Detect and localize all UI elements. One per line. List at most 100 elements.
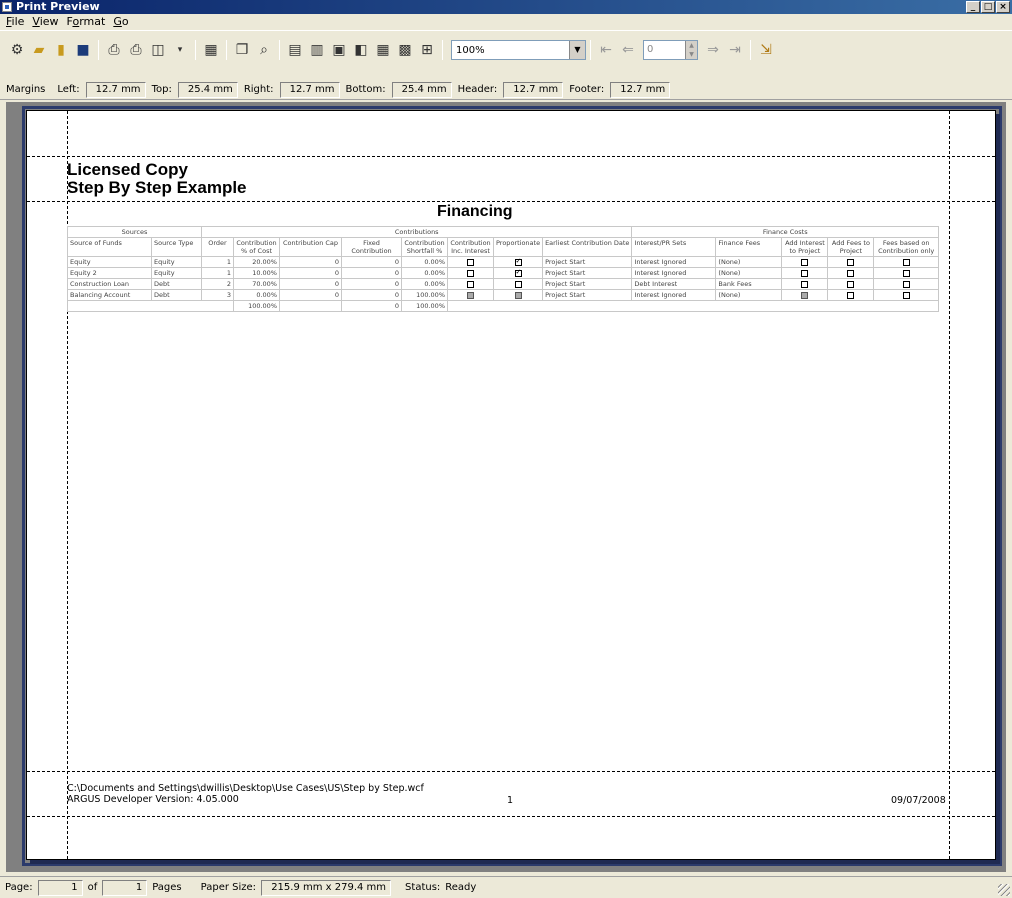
toolbar-separator bbox=[279, 40, 280, 60]
checkbox-icon bbox=[467, 258, 474, 266]
header-margin-label: Header: bbox=[457, 84, 498, 95]
page-number-input[interactable]: 0 ▲ ▼ bbox=[643, 40, 698, 60]
paper-size-field: 215.9 mm x 279.4 mm bbox=[261, 879, 392, 896]
first-page-icon[interactable]: ⇤ bbox=[595, 39, 617, 61]
settings-icon[interactable]: ⚙ bbox=[6, 39, 28, 61]
left-margin-guide[interactable] bbox=[67, 111, 68, 859]
table-cell-interest: Interest Ignored bbox=[631, 289, 717, 301]
print-icon[interactable]: ⎙ bbox=[103, 39, 125, 61]
table-cell-type: Debt bbox=[151, 278, 202, 290]
table-cell-fees: (None) bbox=[715, 289, 783, 301]
table-cell-date: Project Start bbox=[542, 278, 633, 290]
checkbox-icon bbox=[847, 291, 855, 299]
menu-view[interactable]: View bbox=[30, 14, 64, 30]
app-icon bbox=[2, 2, 12, 12]
minimize-icon[interactable]: _ bbox=[966, 1, 980, 13]
dropdown-icon[interactable]: ▾ bbox=[169, 39, 191, 61]
right-margin-field[interactable]: 12.7 mm bbox=[279, 81, 340, 98]
table-cell-inc-interest bbox=[447, 278, 494, 290]
find-icon[interactable]: ⌕ bbox=[253, 39, 275, 61]
page-layout-5-icon[interactable]: ▦ bbox=[372, 39, 394, 61]
open-icon[interactable]: ▰ bbox=[28, 39, 50, 61]
header-margin-field[interactable]: 12.7 mm bbox=[503, 81, 564, 98]
print-setup-icon[interactable]: ⎙ bbox=[125, 39, 147, 61]
top-margin-field[interactable]: 25.4 mm bbox=[177, 81, 238, 98]
footer-page-number: 1 bbox=[507, 795, 514, 806]
status-label: Status: bbox=[405, 882, 441, 893]
current-page-field: 1 bbox=[37, 879, 83, 896]
top-margin-guide[interactable] bbox=[27, 201, 995, 202]
checkbox-icon bbox=[902, 291, 910, 299]
report-title: Financing bbox=[437, 203, 513, 220]
chevron-down-icon[interactable]: ▼ bbox=[569, 41, 585, 59]
table-cell-fees-based bbox=[873, 256, 939, 268]
bottom-margin-label: Bottom: bbox=[345, 84, 386, 95]
close-icon[interactable]: × bbox=[996, 1, 1010, 13]
column-header: Contribution % of Cost bbox=[233, 237, 280, 257]
next-page-icon[interactable]: ⇒ bbox=[702, 39, 724, 61]
footer-file-path: C:\Documents and Settings\dwillis\Deskto… bbox=[67, 783, 424, 794]
maximize-icon[interactable]: □ bbox=[981, 1, 995, 13]
table-cell-inc-interest bbox=[447, 256, 494, 268]
table-group-row: Sources Contributions Finance Costs bbox=[67, 226, 939, 238]
copy-icon[interactable]: ❐ bbox=[231, 39, 253, 61]
last-page-icon[interactable]: ⇥ bbox=[724, 39, 746, 61]
zoom-select[interactable]: 100% ▼ bbox=[451, 40, 586, 60]
previous-page-icon[interactable]: ⇐ bbox=[617, 39, 639, 61]
footer-margin-guide[interactable] bbox=[27, 816, 995, 817]
table-cell-shortfall: 0.00% bbox=[401, 278, 448, 290]
table-cell-fixed: 0 bbox=[341, 267, 402, 279]
table-cell-order: 1 bbox=[201, 267, 234, 279]
footer-version: ARGUS Developer Version: 4.05.000 bbox=[67, 794, 239, 805]
column-header: Add Interest to Project bbox=[781, 237, 829, 257]
right-margin-guide[interactable] bbox=[949, 111, 950, 859]
footer-margin-field[interactable]: 12.7 mm bbox=[610, 81, 671, 98]
resize-grip-icon[interactable] bbox=[998, 884, 1010, 896]
page-layout-1-icon[interactable]: ▤ bbox=[284, 39, 306, 61]
table-cell-cap: 0 bbox=[279, 278, 342, 290]
export-icon[interactable]: ▮ bbox=[50, 39, 72, 61]
menu-go[interactable]: Go bbox=[111, 14, 134, 30]
financing-table: Sources Contributions Finance Costs Sour… bbox=[67, 226, 939, 312]
multi-page-icon[interactable]: ⊞ bbox=[416, 39, 438, 61]
exit-icon[interactable]: ⇲ bbox=[755, 39, 777, 61]
total-empty-cell bbox=[447, 300, 494, 312]
book-icon[interactable]: ◫ bbox=[147, 39, 169, 61]
table-cell-order: 1 bbox=[201, 256, 234, 268]
menu-file[interactable]: File bbox=[4, 14, 30, 30]
column-header: Order bbox=[201, 237, 234, 257]
left-margin-field[interactable]: 12.7 mm bbox=[85, 81, 146, 98]
single-page-icon[interactable]: ▦ bbox=[200, 39, 222, 61]
paper-size-label: Paper Size: bbox=[200, 882, 257, 893]
page-layout-2-icon[interactable]: ▥ bbox=[306, 39, 328, 61]
checkbox-icon bbox=[902, 269, 910, 277]
table-cell-fixed: 0 bbox=[341, 256, 402, 268]
table-cell-order: 2 bbox=[201, 278, 234, 290]
table-cell-proportionate bbox=[492, 256, 544, 268]
table-cell-pct: 0.00% bbox=[233, 289, 280, 301]
checkbox-icon bbox=[467, 280, 474, 288]
table-cell-date: Project Start bbox=[542, 256, 633, 268]
group-sources: Sources bbox=[67, 226, 202, 238]
preview-area[interactable]: Licensed Copy Step By Step Example Finan… bbox=[6, 102, 1006, 872]
menu-format[interactable]: Format bbox=[65, 14, 112, 30]
title-bar[interactable]: Print Preview _ □ × bbox=[0, 0, 1012, 14]
table-cell-add-fees bbox=[827, 278, 875, 290]
menu-go-rest: o bbox=[121, 15, 129, 28]
pages-label: Pages bbox=[152, 882, 182, 893]
bottom-margin-field[interactable]: 25.4 mm bbox=[391, 81, 452, 98]
page-layout-4-icon[interactable]: ◧ bbox=[350, 39, 372, 61]
bottom-margin-guide[interactable] bbox=[27, 771, 995, 772]
page-layout-3-icon[interactable]: ▣ bbox=[328, 39, 350, 61]
table-cell-add-interest bbox=[781, 289, 829, 301]
table-cell-inc-interest bbox=[447, 289, 494, 301]
save-icon[interactable]: ■ bbox=[72, 39, 94, 61]
table-cell-pct: 20.00% bbox=[233, 256, 280, 268]
header-margin-guide[interactable] bbox=[27, 156, 995, 157]
total-empty-cell bbox=[781, 300, 828, 312]
checkbox-icon bbox=[801, 269, 809, 277]
page-layout-6-icon[interactable]: ▩ bbox=[394, 39, 416, 61]
column-header: Finance Fees bbox=[715, 237, 783, 257]
preview-page: Licensed Copy Step By Step Example Finan… bbox=[26, 110, 996, 860]
spinner-icon[interactable]: ▲ ▼ bbox=[685, 41, 697, 59]
